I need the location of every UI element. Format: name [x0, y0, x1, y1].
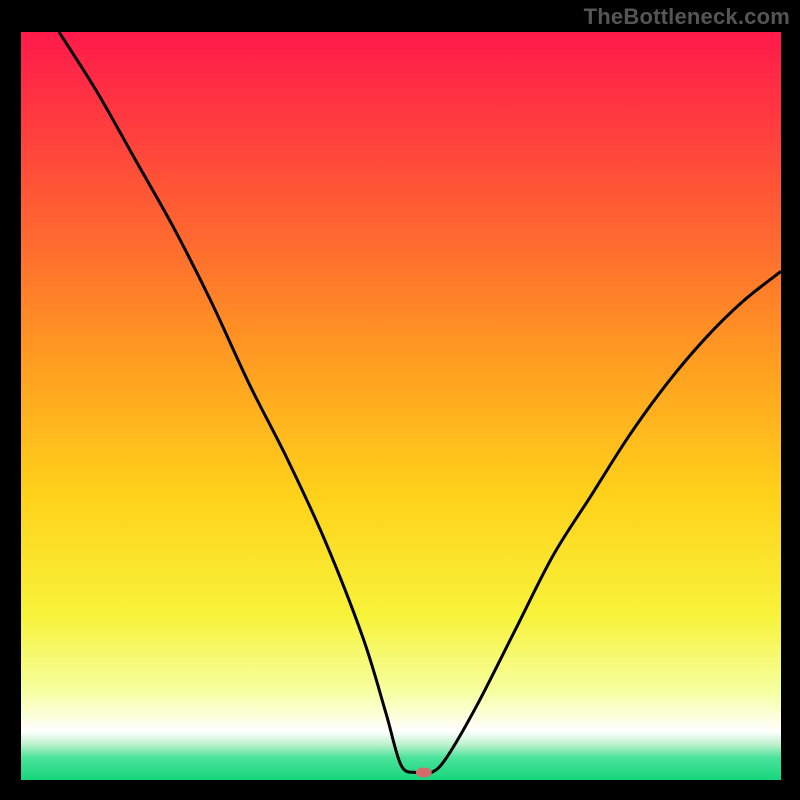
- optimal-point-marker: [416, 768, 432, 778]
- gradient-background: [21, 32, 781, 780]
- chart-frame: TheBottleneck.com: [0, 0, 800, 800]
- bottleneck-chart: [21, 32, 781, 780]
- plot-area: [21, 32, 781, 780]
- attribution-label: TheBottleneck.com: [584, 4, 790, 30]
